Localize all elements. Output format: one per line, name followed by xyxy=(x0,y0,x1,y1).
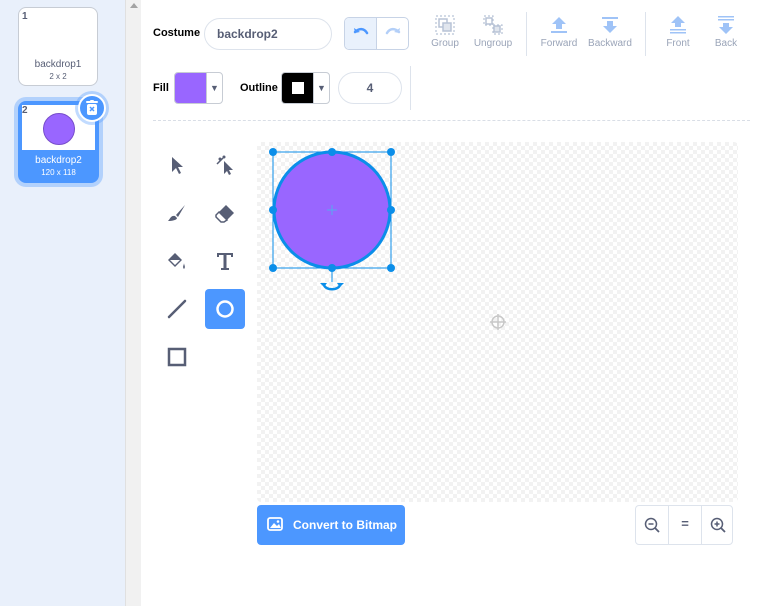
convert-to-bitmap-button[interactable]: Convert to Bitmap xyxy=(257,505,405,545)
costume-number: 2 xyxy=(22,105,28,116)
line-icon xyxy=(167,299,187,319)
redo-button[interactable] xyxy=(377,18,408,49)
fill-color-picker[interactable]: ▼ xyxy=(174,72,223,104)
line-tool-button[interactable] xyxy=(157,289,197,329)
paint-canvas[interactable] xyxy=(257,142,738,502)
scroll-up-arrow-icon[interactable] xyxy=(130,3,138,8)
back-button[interactable]: Back xyxy=(699,14,753,54)
back-label: Back xyxy=(714,38,738,49)
zoom-out-icon xyxy=(644,517,660,533)
front-label: Front xyxy=(666,38,690,49)
costume-name: backdrop2 xyxy=(35,155,82,166)
costume-size: 120 x 118 xyxy=(41,168,76,177)
backward-label: Backward xyxy=(588,38,632,49)
backward-button[interactable]: Backward xyxy=(583,14,637,54)
convert-button-label: Convert to Bitmap xyxy=(293,518,398,532)
back-icon xyxy=(718,16,734,34)
group-button[interactable]: Group xyxy=(418,14,472,54)
forward-label: Forward xyxy=(540,38,578,49)
toolbar-divider xyxy=(410,66,411,110)
forward-button[interactable]: Forward xyxy=(532,14,586,54)
thumbnail-circle xyxy=(43,113,75,145)
zoom-in-button[interactable] xyxy=(702,506,734,544)
undo-redo-group xyxy=(344,17,409,50)
outline-color-picker[interactable]: ▼ xyxy=(281,72,330,104)
forward-icon xyxy=(551,17,567,33)
trash-icon xyxy=(86,100,98,115)
ungroup-icon xyxy=(483,15,503,35)
costume-name-input[interactable]: backdrop2 xyxy=(204,18,332,50)
costume-list: 1 backdrop1 2 x 2 2 backdrop2 120 x 118 xyxy=(0,0,125,606)
fill-tool-button[interactable] xyxy=(157,241,197,281)
fill-label: Fill xyxy=(153,82,169,94)
toolbar-separator xyxy=(153,120,750,121)
reshape-tool-button[interactable] xyxy=(205,145,245,185)
ungroup-button[interactable]: Ungroup xyxy=(466,14,520,54)
costume-label: Costume xyxy=(153,27,201,39)
outline-color-swatch xyxy=(282,73,314,103)
outline-label: Outline xyxy=(240,82,278,94)
paint-bucket-icon xyxy=(168,253,185,269)
rectangle-tool-button[interactable] xyxy=(157,337,197,377)
handle-bottom-right xyxy=(387,264,395,272)
caret-down-icon: ▼ xyxy=(206,73,222,103)
zoom-reset-button[interactable]: = xyxy=(669,506,701,544)
select-tool-button[interactable] xyxy=(157,145,197,185)
group-label: Group xyxy=(431,38,459,49)
brush-tool-button[interactable] xyxy=(157,193,197,233)
handle-right xyxy=(387,206,395,214)
text-icon xyxy=(217,253,233,270)
handle-top-left xyxy=(269,148,277,156)
costume-number: 1 xyxy=(22,11,28,22)
handle-left xyxy=(269,206,277,214)
brush-icon xyxy=(168,205,185,221)
group-icon xyxy=(435,15,455,35)
front-button[interactable]: Front xyxy=(651,14,705,54)
outline-width-input[interactable]: 4 xyxy=(338,72,402,104)
costume-tile-1[interactable]: 1 backdrop1 2 x 2 xyxy=(18,7,98,86)
front-icon xyxy=(670,16,686,34)
handle-top-right xyxy=(387,148,395,156)
rectangle-icon xyxy=(167,347,187,367)
handle-top xyxy=(328,148,336,156)
canvas-center-icon xyxy=(490,314,506,330)
circle-icon xyxy=(216,300,234,318)
handle-bottom-left xyxy=(269,264,277,272)
zoom-controls: = xyxy=(635,505,733,545)
costume-size: 2 x 2 xyxy=(49,72,67,81)
scrollbar[interactable] xyxy=(125,0,141,606)
circle-tool-button[interactable] xyxy=(205,289,245,329)
delete-costume-button[interactable] xyxy=(78,94,106,122)
select-arrow-icon xyxy=(172,157,183,174)
fill-color-swatch xyxy=(175,73,207,103)
image-icon xyxy=(267,517,283,531)
toolbar-divider xyxy=(526,12,527,56)
rotate-handle-icon xyxy=(320,270,344,291)
eraser-tool-button[interactable] xyxy=(205,193,245,233)
zoom-out-button[interactable] xyxy=(636,506,668,544)
reshape-icon xyxy=(216,155,233,175)
eraser-icon xyxy=(215,205,234,223)
costume-name: backdrop1 xyxy=(34,59,82,70)
text-tool-button[interactable] xyxy=(205,241,245,281)
redo-icon xyxy=(385,27,401,35)
zoom-in-icon xyxy=(710,517,726,533)
ungroup-label: Ungroup xyxy=(473,38,513,49)
undo-icon xyxy=(353,27,369,35)
toolbar-divider xyxy=(645,12,646,56)
backward-icon xyxy=(602,17,618,33)
undo-button[interactable] xyxy=(345,18,377,49)
caret-down-icon: ▼ xyxy=(313,73,329,103)
canvas-drawing xyxy=(269,148,506,330)
